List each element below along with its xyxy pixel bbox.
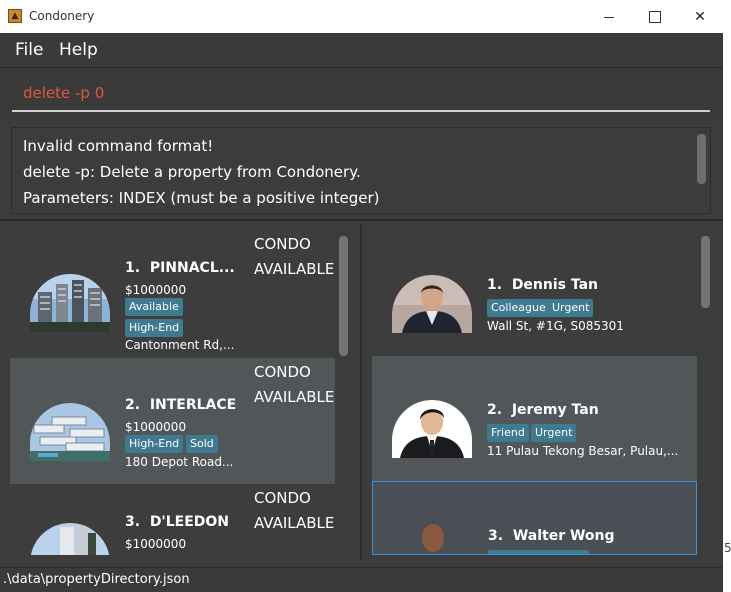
property-card[interactable]: 3. D'LEEDON $1000000 CONDO AVAILABLE <box>10 484 335 555</box>
client-photo <box>392 275 472 333</box>
client-index: 1. <box>487 277 503 293</box>
client-name: 3. Walter Wong <box>488 528 615 544</box>
close-button[interactable]: ✕ <box>677 0 723 33</box>
tag-friend: Friend <box>487 424 529 442</box>
client-name: 2. Jeremy Tan <box>487 402 599 418</box>
property-name: 2. INTERLACE <box>125 397 236 413</box>
maximize-icon <box>649 10 661 23</box>
background-window-text: 58 <box>724 541 731 555</box>
property-name: 3. D'LEEDON <box>125 514 229 530</box>
property-card[interactable]: 2. INTERLACE $1000000 High-End Sold 180 … <box>10 358 335 484</box>
command-box <box>0 68 723 120</box>
maximize-button[interactable] <box>632 0 678 33</box>
property-address: 180 Depot Road... <box>125 455 234 469</box>
property-image <box>30 403 110 461</box>
property-index: 1. <box>125 260 141 276</box>
tag-high-end: High-End <box>125 319 184 337</box>
tag-high-end: High-End <box>125 435 184 453</box>
title-bar[interactable]: ▲ Condonery ✕ <box>0 0 723 34</box>
property-price: $1000000 <box>125 283 187 297</box>
tag-sold: Sold <box>186 435 218 453</box>
menu-file[interactable]: File <box>15 40 43 60</box>
result-display: Invalid command format! delete -p: Delet… <box>11 127 711 214</box>
property-list-scrollbar[interactable] <box>339 236 348 356</box>
property-address: Cantonment Rd,... <box>125 338 235 352</box>
client-address: Wall St, #1G, S085301 <box>487 319 624 333</box>
divider <box>0 219 723 221</box>
result-line: delete -p: Delete a property from Condon… <box>23 163 361 181</box>
property-card[interactable]: 1. PINNACL... $1000000 Available High-En… <box>10 230 335 358</box>
window-title: Condonery <box>29 9 95 23</box>
tag-urgent: Urgent <box>531 424 577 442</box>
client-list-scrollbar[interactable] <box>701 236 710 308</box>
data-file-path: .\data\propertyDirectory.json <box>3 572 190 587</box>
menu-help[interactable]: Help <box>59 40 98 60</box>
client-list-panel: 1. Dennis Tan Colleague Urgent Wall St, … <box>372 230 712 555</box>
property-index: 2. <box>125 397 141 413</box>
tag-urgent: Urgent <box>548 299 594 317</box>
client-tag <box>488 550 552 554</box>
property-type: CONDO <box>254 489 311 507</box>
result-scrollbar[interactable] <box>697 134 706 184</box>
property-name: 1. PINNACL... <box>125 260 235 276</box>
tag-colleague: Colleague <box>487 299 550 317</box>
menu-bar: File Help <box>0 33 723 68</box>
client-index: 2. <box>487 402 503 418</box>
client-card[interactable]: 2. Jeremy Tan Friend Urgent 11 Pulau Tek… <box>372 356 697 481</box>
property-title: D'LEEDON <box>149 514 230 530</box>
condonery-window: ▲ Condonery ✕ File Help Invalid command … <box>0 0 723 592</box>
property-status: AVAILABLE <box>254 514 335 532</box>
property-status: AVAILABLE <box>254 260 335 278</box>
client-index: 3. <box>488 528 504 544</box>
client-photo <box>392 400 472 458</box>
property-price: $1000000 <box>125 420 187 434</box>
client-address: 11 Pulau Tekong Besar, Pulau,... <box>487 444 679 458</box>
property-image <box>30 274 110 332</box>
client-title: Walter Wong <box>512 528 615 544</box>
property-title: PINNACL... <box>149 260 235 276</box>
app-icon: ▲ <box>8 9 22 23</box>
client-name: 1. Dennis Tan <box>487 277 598 293</box>
property-image <box>30 523 110 555</box>
client-card[interactable]: 3. Walter Wong <box>372 481 697 555</box>
client-photo <box>393 516 473 554</box>
property-list-panel: 1. PINNACL... $1000000 Available High-En… <box>10 230 351 555</box>
minimize-button[interactable] <box>586 0 632 33</box>
close-icon: ✕ <box>694 8 706 25</box>
property-price: $1000000 <box>125 537 187 551</box>
result-line: Parameters: INDEX (must be a positive in… <box>23 189 380 207</box>
tag-available: Available <box>125 298 183 316</box>
status-bar: .\data\propertyDirectory.json <box>0 567 723 592</box>
panel-splitter[interactable] <box>360 224 362 560</box>
property-title: INTERLACE <box>149 397 237 413</box>
client-tag <box>551 550 589 554</box>
result-line: Invalid command format! <box>23 137 214 155</box>
property-type: CONDO <box>254 363 311 381</box>
minimize-icon <box>604 17 614 18</box>
client-title: Jeremy Tan <box>511 402 599 418</box>
property-type: CONDO <box>254 235 311 253</box>
client-card[interactable]: 1. Dennis Tan Colleague Urgent Wall St, … <box>372 230 697 356</box>
client-title: Dennis Tan <box>511 277 599 293</box>
command-input[interactable] <box>12 76 710 112</box>
property-index: 3. <box>125 514 141 530</box>
property-status: AVAILABLE <box>254 388 335 406</box>
